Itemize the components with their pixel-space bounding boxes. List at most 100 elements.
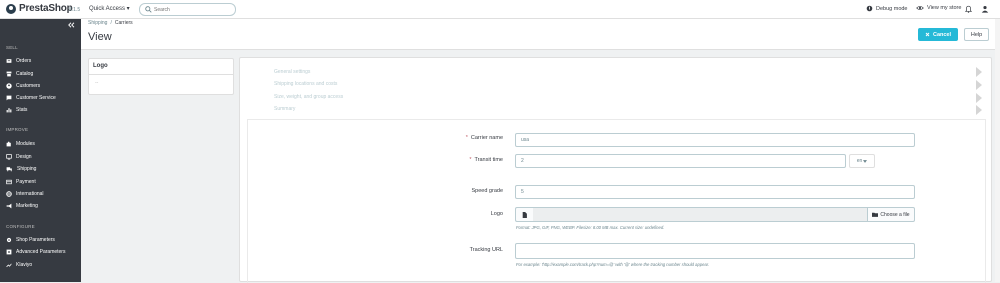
sidebar-section-sell: SELL [6,45,18,50]
page-scrollbar[interactable] [995,19,1000,282]
sidebar-item-label: Modules [16,140,35,147]
search-input[interactable] [154,5,232,14]
page-title: View [88,31,112,43]
cancel-button-label: Cancel [932,31,952,38]
step-arrow-icon [976,105,982,115]
sidebar-item-label: Shipping [17,165,37,172]
sidebar-item-shop-parameters[interactable]: Shop Parameters [0,234,81,245]
wizard-step-general[interactable]: General settings [274,69,310,75]
sidebar-item-label: Stats [16,106,28,113]
sidebar-item-payment[interactable]: Payment [0,176,81,187]
sidebar-item-marketing[interactable]: Marketing [0,200,81,211]
debug-mode-link[interactable]: Debug mode [866,5,908,12]
desktop-icon [6,153,12,160]
logo-label: Logo [490,211,503,217]
choose-file-label: Choose a file [880,211,910,218]
search-box[interactable] [139,3,236,16]
collapse-sidebar-icon[interactable] [67,22,75,28]
sidebar-item-catalog[interactable]: Catalog [0,68,81,79]
bug-icon [866,5,873,12]
puzzle-icon [6,141,12,147]
step-arrow-icon [976,93,982,103]
inbox-icon [6,58,12,64]
sidebar-item-advanced-parameters[interactable]: Advanced Parameters [0,246,81,257]
carrier-name-input[interactable]: usa [515,133,915,147]
sidebar-item-stats[interactable]: Stats [0,104,81,115]
truck-icon [6,166,13,172]
speed-grade-label: Speed grade [471,188,504,194]
sidebar-item-klaviyo[interactable]: Klaviyo [0,259,81,270]
tracking-url-input[interactable] [515,243,915,259]
sidebar-item-customers[interactable]: Customers [0,80,81,91]
sidebar-section-configure: CONFIGURE [6,224,35,229]
sidebar-item-label: Advanced Parameters [16,248,66,255]
sidebar-item-label: Shop Parameters [16,236,55,243]
sidebar-item-label: International [16,190,44,197]
version-label: 8.1.5 [69,7,81,13]
bell-icon[interactable] [965,5,972,13]
page-header-toolbar: Shipping / Carriers View Cancel Help [81,19,1000,50]
wizard-step-size-weight[interactable]: Size, weight, and group access [274,94,343,100]
logo-panel-body: -- [95,80,99,86]
settings-app-icon [6,249,12,255]
logo-file-name-field[interactable] [533,207,867,222]
sidebar-item-label: Klaviyo [16,261,33,268]
chat-icon [6,95,12,101]
sidebar-item-shipping[interactable]: Shipping [0,163,81,174]
prestashop-logo-icon[interactable] [6,4,16,14]
step-arrow-icon [976,67,982,77]
logo-panel-title: Logo [89,59,233,75]
globe-icon [6,190,12,197]
logo-text[interactable]: PrestaShop [19,3,73,14]
quick-access-dropdown[interactable]: Quick Access ▾ [89,5,130,12]
cancel-button[interactable]: Cancel [918,28,958,41]
sidebar-section-improve: IMPROVE [6,127,29,132]
file-icon-box [515,207,533,222]
settings-icon [6,237,12,243]
tracking-url-help-text: For example: 'http://example.com/track.p… [516,262,710,267]
search-icon [145,6,152,13]
language-dropdown[interactable]: en [849,154,875,168]
sidebar: SELL Orders Catalog Customers Customer S… [0,19,81,282]
sidebar-item-label: Customer Service [16,94,56,101]
account-circle-icon [6,82,12,89]
breadcrumb-current[interactable]: Carriers [115,20,133,26]
megaphone-icon [6,203,12,209]
close-icon [925,32,930,37]
required-marker: * [465,135,468,141]
logo-help-text: Format: JPG, GIF, PNG, WEBP. Filesize: 8… [516,225,665,230]
breadcrumb-separator: / [110,20,112,26]
choose-file-button[interactable]: Choose a file [867,207,915,222]
sidebar-item-orders[interactable]: Orders [0,55,81,66]
top-header: PrestaShop 8.1.5 Quick Access ▾ Debug mo… [0,0,1000,19]
store-icon [6,71,12,77]
sidebar-item-modules[interactable]: Modules [0,138,81,149]
sidebar-item-label: Marketing [16,202,38,209]
sidebar-item-label: Catalog [16,70,34,77]
sidebar-item-international[interactable]: International [0,188,81,199]
bar-chart-icon [6,107,12,113]
sidebar-item-customer-service[interactable]: Customer Service [0,92,81,103]
credit-card-icon [6,179,12,185]
breadcrumb-parent[interactable]: Shipping [88,20,107,26]
file-icon [522,211,527,218]
logo-panel: Logo -- [88,58,234,95]
debug-mode-label: Debug mode [876,5,908,12]
sidebar-item-design[interactable]: Design [0,151,81,162]
help-button[interactable]: Help [964,28,989,41]
step-arrow-icon [976,80,982,90]
tracking-url-label: Tracking URL [469,247,503,253]
wizard-step-shipping-locations[interactable]: Shipping locations and costs [274,81,337,87]
view-store-label: View my store [927,5,962,11]
speed-grade-input[interactable]: 5 [515,185,915,199]
sidebar-item-label: Design [16,153,32,160]
transit-time-input[interactable]: 2 [515,154,846,168]
wizard-step-summary[interactable]: Summary [274,106,295,112]
required-marker: * [469,157,472,163]
view-store-link[interactable]: View my store [916,5,961,11]
user-icon[interactable] [981,5,989,13]
folder-icon [872,212,879,217]
sidebar-item-label: Orders [16,57,32,64]
language-label: en [856,158,863,164]
sidebar-item-label: Payment [16,178,36,185]
